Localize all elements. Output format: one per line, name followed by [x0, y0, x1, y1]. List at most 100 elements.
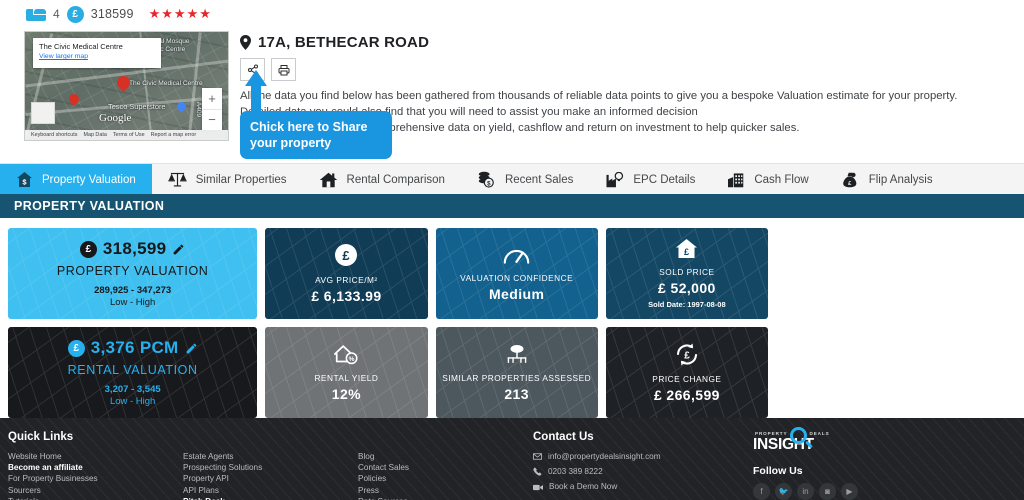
map-attribution-bar: Keyboard shortcuts Map Data Terms of Use… [25, 130, 228, 140]
footer-link[interactable]: Sourcers [8, 485, 183, 496]
map-zoom-out-button[interactable]: − [202, 110, 222, 131]
print-button[interactable] [271, 58, 296, 81]
map-view-larger-link[interactable]: View larger map [39, 53, 155, 60]
map-data[interactable]: Map Data [83, 132, 106, 138]
site-footer: Quick Links Website Home Become an affili… [0, 418, 1024, 500]
edit-pencil-icon[interactable] [172, 243, 185, 256]
follow-us-heading: Follow Us [753, 465, 803, 477]
tab-label: EPC Details [633, 173, 696, 186]
tab-recent-sales[interactable]: $ Recent Sales [461, 164, 589, 195]
magnifier-icon [790, 427, 807, 444]
tab-label: Rental Comparison [346, 173, 445, 186]
contact-phone-row[interactable]: 0203 389 8222 [533, 466, 753, 477]
rental-valuation-label: RENTAL VALUATION [67, 363, 198, 377]
refresh-pound-icon: £ [676, 343, 697, 365]
tab-property-valuation[interactable]: $ Property Valuation [0, 164, 152, 195]
card-similar-properties: SIMILAR PROPERTIES ASSESSED 213 [435, 327, 598, 418]
footer-column-1: Quick Links Website Home Become an affili… [8, 431, 183, 500]
tab-label: Cash Flow [754, 173, 809, 186]
footer-link[interactable]: Tutorials [8, 496, 183, 500]
gauge-icon [503, 249, 530, 264]
footer-link[interactable]: Property API [183, 473, 358, 484]
book-demo-row[interactable]: Book a Demo Now [533, 481, 753, 492]
svg-text:%: % [349, 356, 355, 363]
brand-logo: PROPERTY DEALS INSIGHT [753, 427, 953, 454]
footer-column-3: . BlogContact SalesPoliciesPressData Sou… [358, 431, 533, 500]
tab-rental-comparison[interactable]: Rental Comparison [303, 164, 461, 195]
summary-value: 318599 [90, 7, 134, 21]
valuation-body: £ 318,599 PROPERTY VALUATION 289,925 - 3… [0, 218, 1024, 500]
factory-bulb-icon [606, 171, 624, 187]
instagram-icon[interactable]: ◙ [819, 483, 836, 500]
valuation-confidence-label: VALUATION CONFIDENCE [460, 273, 574, 283]
footer-link[interactable]: Become an affiliate [8, 462, 183, 473]
pound-circle-icon: £ [335, 244, 358, 266]
edit-pencil-icon[interactable] [185, 342, 198, 355]
money-bag-icon: £ [842, 172, 857, 187]
footer-link[interactable]: Website Home [8, 451, 183, 462]
map-keyboard-shortcuts[interactable]: Keyboard shortcuts [31, 132, 77, 138]
rental-yield-value: 12% [331, 385, 362, 402]
footer-link[interactable]: Contact Sales [358, 462, 533, 473]
pound-badge-icon: £ [67, 339, 85, 357]
card-sold-price: £ SOLD PRICE £ 52,000 Sold Date: 1997-08… [605, 228, 768, 319]
footer-link[interactable]: API Plans [183, 485, 358, 496]
property-valuation-range-caption: Low - High [109, 297, 156, 308]
callout-arrow-icon [245, 70, 267, 116]
card-avg-price: £ AVG PRICE/M² £ 6,133.99 [265, 228, 428, 319]
footer-link[interactable]: Press [358, 485, 533, 496]
mail-icon [533, 453, 542, 460]
footer-link[interactable]: Data Sources [358, 496, 533, 500]
property-valuation-amount: 318,599 [102, 239, 167, 258]
app-page: 4 £ 318599 ★★★★★ Central Mosque Islamic … [0, 0, 1024, 500]
map-report-error[interactable]: Report a map error [151, 132, 197, 138]
description-line-1: All the data you find below has been gat… [240, 90, 958, 102]
similar-properties-label: SIMILAR PROPERTIES ASSESSED [442, 372, 592, 383]
card-valuation-confidence: VALUATION CONFIDENCE Medium [435, 228, 598, 319]
book-demo-label: Book a Demo Now [549, 482, 618, 492]
tab-cash-flow[interactable]: Cash Flow [711, 164, 824, 195]
price-change-label: PRICE CHANGE [652, 373, 722, 384]
stat-card-grid: £ 318,599 PROPERTY VALUATION 289,925 - 3… [8, 228, 768, 426]
page-title: 17A, BETHECAR ROAD [258, 34, 430, 51]
bed-icon [26, 8, 46, 21]
footer-link[interactable]: Estate Agents [183, 451, 358, 462]
rating-stars: ★★★★★ [148, 6, 212, 21]
svg-text:$: $ [487, 180, 491, 187]
card-rental-valuation: £ 3,376 PCM RENTAL VALUATION 3,207 - 3,5… [8, 327, 258, 418]
rental-valuation-range: 3,207 - 3,545 [104, 384, 161, 395]
footer-link[interactable]: For Property Businesses [8, 473, 183, 484]
address-row: 17A, BETHECAR ROAD [240, 34, 1014, 51]
section-title: PROPERTY VALUATION [14, 199, 165, 213]
footer-link[interactable]: Prospecting Solutions [183, 462, 358, 473]
map-label-tesco: Tesco Superstore [108, 102, 166, 111]
footer-link[interactable]: Policies [358, 473, 533, 484]
tab-label: Similar Properties [195, 173, 287, 186]
house-percent-icon: % [334, 344, 358, 364]
rental-valuation-amount-row: £ 3,376 PCM [67, 338, 198, 358]
tab-epc-details[interactable]: EPC Details [589, 164, 711, 195]
tab-flip-analysis[interactable]: £ Flip Analysis [825, 164, 949, 195]
map-zoom-controls[interactable]: + − [202, 88, 222, 130]
map-street-view-thumbnail[interactable] [31, 102, 55, 124]
map-info-title: The Civic Medical Centre [39, 42, 123, 51]
avg-price-label: AVG PRICE/M² [315, 275, 378, 285]
rental-valuation-amount: 3,376 PCM [90, 338, 179, 357]
share-tooltip[interactable]: Chick here to Share your property [240, 111, 392, 159]
facebook-icon[interactable]: f [753, 483, 770, 500]
footer-link[interactable]: Pitch Deck [183, 496, 358, 500]
property-valuation-range: 289,925 - 347,273 [94, 285, 172, 296]
location-map[interactable]: Central Mosque Islamic Centre The Civic … [24, 31, 229, 141]
map-terms[interactable]: Terms of Use [113, 132, 145, 138]
linkedin-icon[interactable]: in [797, 483, 814, 500]
tab-similar-properties[interactable]: Similar Properties [152, 164, 303, 195]
twitter-icon[interactable]: 🐦 [775, 483, 792, 500]
contact-email-row[interactable]: info@propertydealsinsight.com [533, 451, 753, 462]
property-valuation-label: PROPERTY VALUATION [56, 264, 209, 278]
phone-icon [533, 467, 542, 476]
map-zoom-in-button[interactable]: + [202, 88, 222, 110]
stat-row-2: £ 3,376 PCM RENTAL VALUATION 3,207 - 3,5… [8, 327, 768, 418]
footer-link[interactable]: Blog [358, 451, 533, 462]
youtube-icon[interactable]: ▶ [841, 483, 858, 500]
similar-properties-value: 213 [504, 385, 529, 402]
